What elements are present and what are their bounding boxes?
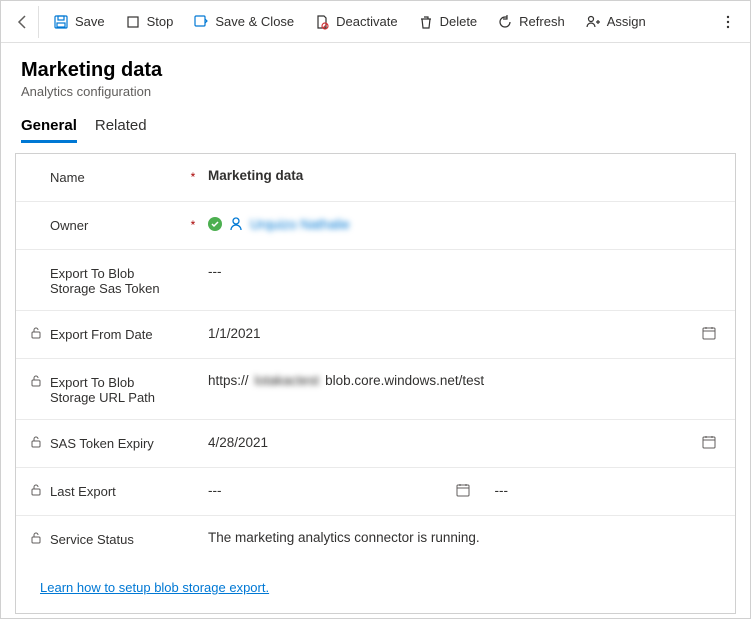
sas-expiry-value[interactable]: 4/28/2021 [200, 434, 717, 450]
last-export-label: Last Export [50, 484, 180, 499]
page-subtitle: Analytics configuration [21, 84, 730, 99]
delete-button[interactable]: Delete [408, 6, 488, 38]
save-icon [53, 14, 69, 30]
lock-icon [30, 532, 44, 544]
tab-related[interactable]: Related [95, 117, 147, 143]
owner-value[interactable]: Urquizo Nathalie [200, 216, 717, 232]
back-button[interactable] [7, 6, 39, 38]
assign-label: Assign [607, 14, 646, 29]
assign-icon [585, 14, 601, 30]
required-indicator: * [186, 218, 200, 232]
field-last-export: Last Export --- --- [16, 468, 735, 516]
url-path-label: Export To Blob Storage URL Path [50, 375, 180, 405]
field-url-path: Export To Blob Storage URL Path https://… [16, 359, 735, 420]
service-status-value: The marketing analytics connector is run… [200, 530, 717, 545]
required-indicator: * [186, 170, 200, 184]
delete-label: Delete [440, 14, 478, 29]
stop-label: Stop [147, 14, 174, 29]
save-close-button[interactable]: Save & Close [183, 6, 304, 38]
field-owner: Owner * Urquizo Nathalie [16, 202, 735, 250]
tab-general[interactable]: General [21, 117, 77, 143]
calendar-icon[interactable] [455, 482, 471, 498]
stop-icon [125, 14, 141, 30]
page-title: Marketing data [21, 59, 730, 82]
lock-icon [30, 484, 44, 496]
field-export-from-date: Export From Date 1/1/2021 [16, 311, 735, 359]
more-commands-button[interactable] [712, 6, 744, 38]
verified-icon [208, 217, 222, 231]
service-status-label: Service Status [50, 532, 180, 547]
field-name: Name * Marketing data [16, 154, 735, 202]
sas-expiry-label: SAS Token Expiry [50, 436, 180, 451]
deactivate-label: Deactivate [336, 14, 397, 29]
url-path-value[interactable]: https://lotakactestblob.core.windows.net… [200, 373, 717, 388]
lock-icon [30, 375, 44, 387]
field-sas-token: Export To Blob Storage Sas Token --- [16, 250, 735, 311]
help-link[interactable]: Learn how to setup blob storage export. [16, 564, 735, 613]
refresh-button[interactable]: Refresh [487, 6, 575, 38]
arrow-left-icon [15, 14, 31, 30]
command-bar: Save Stop Save & Close Deactivate Delete… [1, 1, 750, 43]
lock-icon [30, 327, 44, 339]
delete-icon [418, 14, 434, 30]
last-export-value[interactable]: --- --- [200, 482, 717, 498]
refresh-icon [497, 14, 513, 30]
owner-label: Owner [50, 218, 180, 233]
form-panel: Name * Marketing data Owner * Urquizo Na… [15, 153, 736, 614]
refresh-label: Refresh [519, 14, 565, 29]
save-button[interactable]: Save [43, 6, 115, 38]
from-date-value[interactable]: 1/1/2021 [200, 325, 717, 341]
sas-token-value[interactable]: --- [200, 264, 717, 279]
field-sas-expiry: SAS Token Expiry 4/28/2021 [16, 420, 735, 468]
from-date-label: Export From Date [50, 327, 180, 342]
page-header: Marketing data Analytics configuration [1, 43, 750, 107]
tab-list: General Related [1, 107, 750, 143]
save-label: Save [75, 14, 105, 29]
calendar-icon[interactable] [701, 434, 717, 450]
deactivate-button[interactable]: Deactivate [304, 6, 407, 38]
stop-button[interactable]: Stop [115, 6, 184, 38]
lock-icon [30, 436, 44, 448]
more-vertical-icon [720, 14, 736, 30]
owner-name: Urquizo Nathalie [250, 217, 350, 232]
name-label: Name [50, 170, 180, 185]
save-close-label: Save & Close [215, 14, 294, 29]
sas-token-label: Export To Blob Storage Sas Token [50, 266, 180, 296]
person-icon [228, 216, 244, 232]
field-service-status: Service Status The marketing analytics c… [16, 516, 735, 564]
assign-button[interactable]: Assign [575, 6, 656, 38]
calendar-icon[interactable] [701, 325, 717, 341]
deactivate-icon [314, 14, 330, 30]
save-close-icon [193, 14, 209, 30]
name-value[interactable]: Marketing data [200, 168, 717, 183]
